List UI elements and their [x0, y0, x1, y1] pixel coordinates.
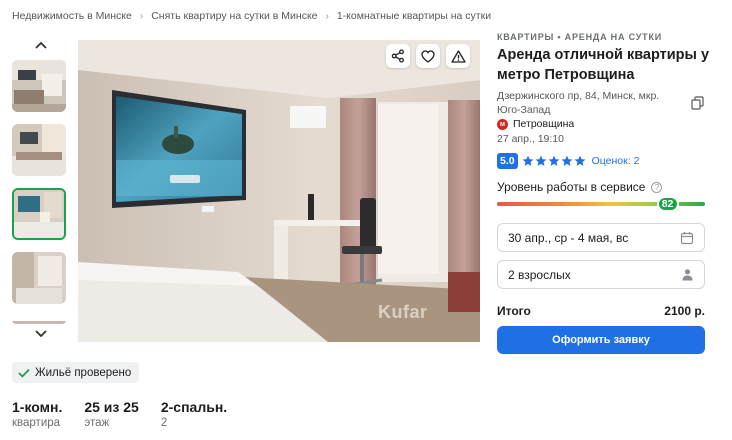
- total-price: 2100 р.: [664, 304, 705, 318]
- fact-label: 2: [160, 417, 168, 429]
- key-facts: 1-комн. квартира 25 из 25 этаж 2-спальн.…: [12, 399, 249, 429]
- thumbnail-strip: [12, 36, 68, 344]
- help-icon[interactable]: ?: [651, 181, 663, 193]
- breadcrumb-item-realty-minsk[interactable]: Недвижимость в Минске: [12, 10, 132, 22]
- dates-value: 30 апр., ср - 4 мая, вс: [508, 230, 629, 245]
- guests-field[interactable]: 2 взрослых: [497, 260, 705, 289]
- verified-badge: Жильё проверено: [12, 362, 140, 383]
- breadcrumb-separator-icon: ›: [325, 10, 329, 22]
- star-icon: [535, 155, 547, 166]
- listing-title: Аренда отличной квартиры у метро Петровщ…: [497, 47, 710, 83]
- thumbnail-4[interactable]: [12, 252, 66, 304]
- thumbnail-3-active[interactable]: [12, 188, 66, 240]
- fact-value: 1-комн.: [12, 399, 63, 415]
- fact-label: этаж: [84, 417, 110, 429]
- photo-actions: [386, 44, 470, 68]
- star-icon: [522, 155, 534, 166]
- calendar-icon: [680, 231, 694, 244]
- breadcrumb: Недвижимость в Минске › Снять квартиру н…: [12, 10, 491, 22]
- checkmark-icon: [18, 368, 30, 378]
- fact-value: 2-спальн.: [160, 399, 228, 415]
- breadcrumb-separator-icon: ›: [139, 10, 144, 22]
- warning-icon: [450, 49, 466, 63]
- fact-rooms: 1-комн. квартира: [12, 399, 62, 429]
- chevron-down-icon[interactable]: [32, 326, 50, 342]
- breadcrumb-item-daily-rent[interactable]: Снять квартиру на сутки в Минске: [151, 10, 317, 22]
- main-photo[interactable]: Kufar: [78, 40, 480, 342]
- rating-stars: [522, 155, 586, 167]
- star-icon: [574, 155, 586, 166]
- verified-label: Жильё проверено: [35, 366, 132, 379]
- service-level-score: 82: [656, 196, 679, 212]
- rating-row: 5.0 Оценок: 2: [497, 153, 639, 169]
- reviews-link[interactable]: Оценок: 2: [592, 155, 640, 167]
- copy-address-icon[interactable]: [691, 96, 704, 115]
- share-icon: [391, 49, 404, 63]
- listing-date: 27 апр., 19:10: [497, 133, 564, 145]
- rating-score: 5.0: [497, 153, 518, 169]
- listing-address: Дзержинского пр, 84, Минск, мкр. Юго-Зап…: [497, 90, 660, 116]
- report-button[interactable]: [446, 44, 470, 68]
- service-level: Уровень работы в сервисе ?: [497, 180, 663, 194]
- thumbnail-1[interactable]: [12, 60, 66, 112]
- total-label: Итого: [497, 304, 531, 318]
- fact-value: 25 из 25: [84, 399, 139, 415]
- dates-field[interactable]: 30 апр., ср - 4 мая, вс: [497, 223, 705, 252]
- metro-icon: м: [497, 118, 508, 130]
- star-icon: [561, 155, 573, 166]
- fact-beds: 2-спальн. 2: [161, 399, 227, 429]
- heart-icon: [421, 49, 435, 63]
- thumbnail-2[interactable]: [12, 124, 66, 176]
- guests-value: 2 взрослых: [508, 267, 571, 282]
- share-button[interactable]: [386, 44, 410, 68]
- service-level-label: Уровень работы в сервисе: [497, 180, 646, 194]
- star-icon: [548, 155, 560, 166]
- watermark: Kufar: [378, 302, 428, 322]
- submit-request-button[interactable]: Оформить заявку: [497, 326, 705, 354]
- favorite-button[interactable]: [416, 44, 440, 68]
- total-row: Итого 2100 р.: [497, 304, 705, 318]
- fact-floor: 25 из 25 этаж: [84, 399, 139, 429]
- listing-category: КВАРТИРЫ • АРЕНДА НА СУТКИ: [497, 32, 663, 42]
- breadcrumb-item-one-room[interactable]: 1-комнатные квартиры на сутки: [337, 10, 491, 22]
- room-photo-illustration: [78, 40, 480, 342]
- metro-name: Петровщина: [513, 118, 575, 130]
- thumbnail-5[interactable]: [12, 316, 66, 324]
- metro-station: м Петровщина: [497, 118, 574, 130]
- fact-label: квартира: [12, 417, 61, 429]
- person-icon: [682, 269, 693, 281]
- chevron-up-icon[interactable]: [32, 37, 50, 53]
